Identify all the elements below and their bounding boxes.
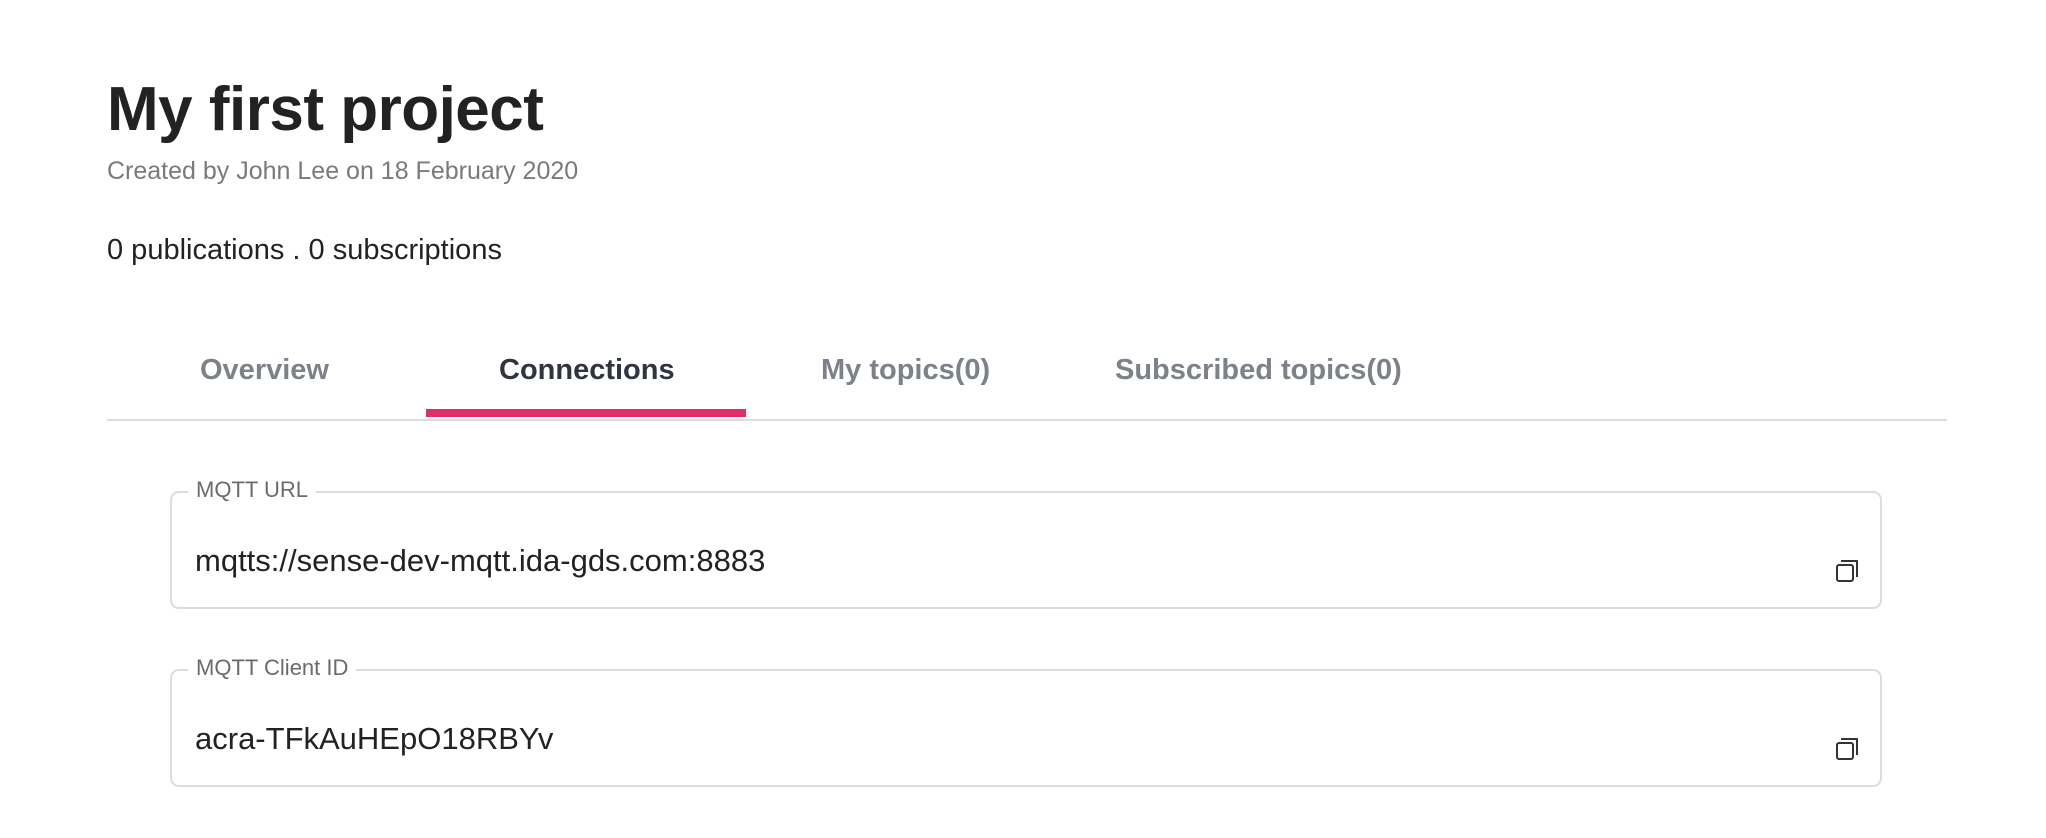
mqtt-url-field: MQTT URL mqtts://sense-dev-mqtt.ida-gds.… (170, 476, 1882, 609)
tab-my-topics[interactable]: My topics(0) (821, 340, 990, 419)
mqtt-url-value[interactable]: mqtts://sense-dev-mqtt.ida-gds.com:8883 (195, 542, 765, 580)
tab-subscribed-topics[interactable]: Subscribed topics(0) (1115, 340, 1402, 419)
mqtt-client-id-label: MQTT Client ID (188, 654, 357, 682)
project-stats: 0 publications . 0 subscriptions (107, 234, 502, 266)
mqtt-client-id-field: MQTT Client ID acra-TFkAuHEpO18RBYv (170, 654, 1882, 787)
active-tab-indicator (426, 409, 746, 417)
mqtt-client-id-value[interactable]: acra-TFkAuHEpO18RBYv (195, 720, 553, 758)
tab-overview[interactable]: Overview (200, 340, 329, 419)
copy-icon[interactable] (1832, 557, 1862, 585)
page-title: My first project (107, 75, 544, 144)
tab-bar: Overview Connections My topics(0) Subscr… (107, 340, 1947, 421)
tab-connections[interactable]: Connections (499, 340, 675, 419)
copy-icon[interactable] (1832, 735, 1862, 763)
mqtt-url-label: MQTT URL (188, 476, 317, 504)
project-meta: Created by John Lee on 18 February 2020 (107, 157, 579, 185)
